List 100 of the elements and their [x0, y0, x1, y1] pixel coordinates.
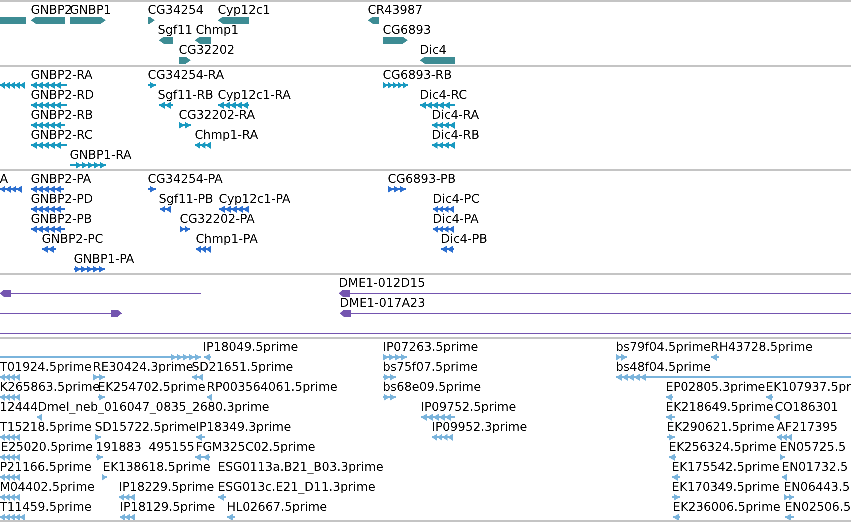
transcript-glyph[interactable] [102, 474, 107, 481]
feature-label: DME1-012D15 [339, 276, 426, 290]
transcript-glyph[interactable] [0, 494, 20, 501]
transcript-glyph[interactable] [672, 474, 680, 481]
feature-label: CR43987 [368, 3, 423, 17]
transcript-glyph[interactable] [0, 474, 20, 481]
transcript-glyph[interactable] [0, 354, 201, 361]
transcript-glyph[interactable] [784, 494, 794, 501]
transcript-glyph[interactable] [383, 374, 396, 381]
transcript-glyph[interactable] [204, 354, 211, 361]
transcript-glyph[interactable] [195, 142, 211, 149]
transcript-glyph[interactable] [98, 394, 105, 401]
gene-bar[interactable] [383, 37, 408, 44]
transcript-glyph[interactable] [148, 186, 156, 193]
transcript-glyph[interactable] [388, 186, 406, 193]
transcript-glyph[interactable] [179, 122, 191, 129]
transcript-glyph[interactable] [31, 102, 67, 109]
gene-bar[interactable] [179, 57, 191, 64]
transcript-glyph[interactable] [667, 434, 675, 441]
transcript-glyph[interactable] [766, 394, 773, 401]
feature-label: Chmp1-RA [195, 128, 258, 142]
transcript-glyph[interactable] [96, 454, 103, 461]
transcript-glyph[interactable] [195, 454, 203, 461]
transcript-glyph[interactable] [192, 374, 203, 381]
transcript-glyph[interactable] [95, 434, 101, 441]
transcript-glyph[interactable] [196, 246, 211, 253]
transcript-glyph[interactable] [218, 102, 249, 109]
transcript-glyph[interactable] [420, 102, 455, 109]
transcript-glyph[interactable] [432, 122, 455, 129]
transcript-glyph[interactable] [180, 226, 190, 233]
clone-line[interactable] [340, 310, 851, 317]
transcript-glyph[interactable] [383, 354, 407, 361]
gene-bar[interactable] [368, 17, 379, 24]
transcript-glyph[interactable] [432, 142, 455, 149]
transcript-glyph[interactable] [37, 414, 42, 421]
transcript-glyph[interactable] [0, 374, 20, 381]
feature-label: GNBP1 [70, 3, 112, 17]
transcript-glyph[interactable] [70, 162, 106, 169]
gene-bar[interactable] [70, 17, 106, 24]
transcript-glyph[interactable] [160, 206, 171, 213]
transcript-glyph[interactable] [432, 434, 453, 441]
clone-line[interactable] [339, 290, 851, 297]
clone-line[interactable] [0, 330, 851, 337]
transcript-glyph[interactable] [74, 266, 105, 273]
transcript-glyph[interactable] [120, 514, 135, 520]
transcript-glyph[interactable] [0, 434, 20, 441]
transcript-glyph[interactable] [0, 514, 25, 520]
transcript-glyph[interactable] [433, 226, 454, 233]
transcript-glyph[interactable] [673, 514, 680, 520]
transcript-glyph[interactable] [383, 82, 408, 89]
transcript-glyph[interactable] [383, 394, 396, 401]
transcript-glyph[interactable] [42, 246, 56, 253]
gene-bar[interactable] [420, 57, 455, 64]
feature-label: T15218.5prime [0, 420, 92, 434]
feature-label: T01924.5prime [0, 360, 92, 374]
transcript-glyph[interactable] [666, 394, 673, 401]
transcript-glyph[interactable] [616, 374, 851, 381]
transcript-glyph[interactable] [31, 206, 65, 213]
transcript-glyph[interactable] [0, 394, 20, 401]
transcript-glyph[interactable] [148, 82, 156, 89]
transcript-glyph[interactable] [31, 82, 67, 89]
transcript-glyph[interactable] [93, 374, 105, 381]
gene-bar[interactable] [31, 17, 65, 24]
transcript-glyph[interactable] [711, 354, 719, 361]
transcript-glyph[interactable] [31, 142, 67, 149]
transcript-glyph[interactable] [777, 434, 792, 441]
transcript-glyph[interactable] [31, 226, 65, 233]
transcript-glyph[interactable] [31, 186, 64, 193]
transcript-glyph[interactable] [441, 246, 454, 253]
feature-label: GNBP1-PA [74, 252, 134, 266]
feature-label: EN06443.5 [784, 480, 850, 494]
transcript-glyph[interactable] [219, 206, 249, 213]
transcript-glyph[interactable] [31, 122, 65, 129]
transcript-glyph[interactable] [196, 434, 205, 441]
gene-bar[interactable] [218, 17, 249, 24]
transcript-glyph[interactable] [666, 414, 675, 421]
gene-bar[interactable] [148, 17, 155, 24]
gene-bar[interactable] [195, 37, 211, 44]
clone-line[interactable] [0, 310, 122, 317]
transcript-glyph[interactable] [669, 454, 676, 461]
transcript-glyph[interactable] [421, 414, 455, 421]
gene-bar[interactable] [159, 37, 173, 44]
transcript-glyph[interactable] [780, 454, 785, 461]
transcript-glyph[interactable] [218, 494, 226, 501]
transcript-glyph[interactable] [0, 454, 20, 461]
transcript-glyph[interactable] [785, 514, 794, 520]
transcript-glyph[interactable] [672, 494, 680, 501]
transcript-glyph[interactable] [159, 102, 173, 109]
transcript-glyph[interactable] [782, 474, 787, 481]
transcript-glyph[interactable] [0, 186, 22, 193]
transcript-glyph[interactable] [227, 514, 235, 520]
transcript-glyph[interactable] [0, 82, 25, 89]
transcript-glyph[interactable] [203, 454, 210, 461]
transcript-glyph[interactable] [616, 354, 627, 361]
clone-line[interactable] [0, 290, 201, 297]
feature-label: EN02506.5 [785, 500, 851, 514]
transcript-glyph[interactable] [207, 394, 212, 401]
transcript-glyph[interactable] [119, 494, 135, 501]
transcript-glyph[interactable] [774, 414, 780, 421]
transcript-glyph[interactable] [433, 206, 454, 213]
